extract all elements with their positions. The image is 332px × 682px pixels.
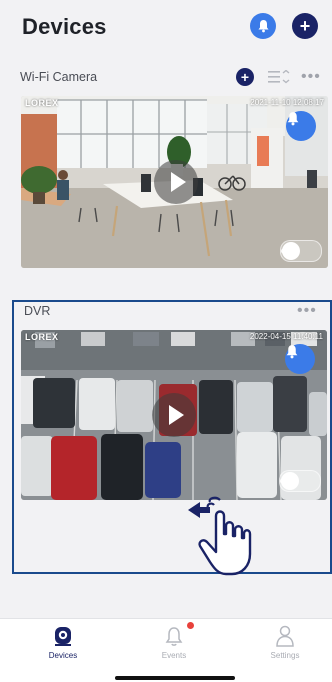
tab-devices[interactable]: Devices [23, 619, 103, 669]
notification-badge [187, 622, 194, 629]
bottom-tab-bar: Devices Events Settings [0, 618, 332, 682]
tab-label: Events [161, 651, 187, 660]
section-label-wifi: Wi-Fi Camera [20, 70, 98, 84]
camera-timestamp: 2022-04-15 11:40:11 [249, 332, 323, 341]
plus-icon: + [240, 69, 250, 85]
section-label-dvr: DVR [24, 304, 51, 318]
add-wifi-camera-button[interactable]: + [236, 68, 254, 86]
bell-icon [165, 627, 183, 646]
bell-icon [286, 345, 298, 359]
person-icon [276, 625, 294, 647]
more-options-icon[interactable]: ••• [297, 303, 317, 319]
eye-icon [280, 477, 290, 485]
swipe-left-gesture-icon [188, 496, 252, 576]
bell-icon [258, 20, 268, 33]
plus-icon: + [299, 16, 311, 36]
devices-screen: Devices + Wi-Fi Camera + ••• LOREX 2021-… [0, 0, 332, 682]
bell-icon [287, 112, 299, 126]
camera-brand-logo: LOREX [25, 332, 59, 342]
camera-brand-logo: LOREX [25, 98, 59, 108]
tab-settings[interactable]: Settings [245, 619, 325, 669]
camera-alert-button[interactable] [285, 344, 315, 374]
tab-events[interactable]: Events [134, 619, 214, 669]
home-indicator [115, 676, 235, 680]
camera-timestamp: 2021-11-10 12:08:17 [250, 98, 324, 107]
more-options-icon[interactable]: ••• [301, 69, 321, 85]
sort-list-icon[interactable] [268, 70, 290, 84]
wifi-camera-feed[interactable]: LOREX 2021-11-10 12:08:17 [21, 96, 328, 268]
privacy-toggle[interactable] [279, 470, 321, 492]
play-button[interactable] [152, 393, 196, 437]
eye-icon [281, 247, 291, 255]
camera-icon [55, 627, 71, 646]
tab-label: Settings [270, 651, 300, 660]
add-device-button[interactable]: + [292, 13, 318, 39]
dvr-camera-feed[interactable]: LOREX 2022-04-15 11:40:11 [21, 330, 327, 500]
page-title: Devices [22, 14, 107, 39]
notifications-button[interactable] [250, 13, 276, 39]
tab-label: Devices [48, 651, 78, 660]
privacy-toggle[interactable] [280, 240, 322, 262]
play-button[interactable] [154, 160, 198, 204]
header: Devices + [0, 0, 332, 56]
camera-alert-button[interactable] [286, 111, 316, 141]
